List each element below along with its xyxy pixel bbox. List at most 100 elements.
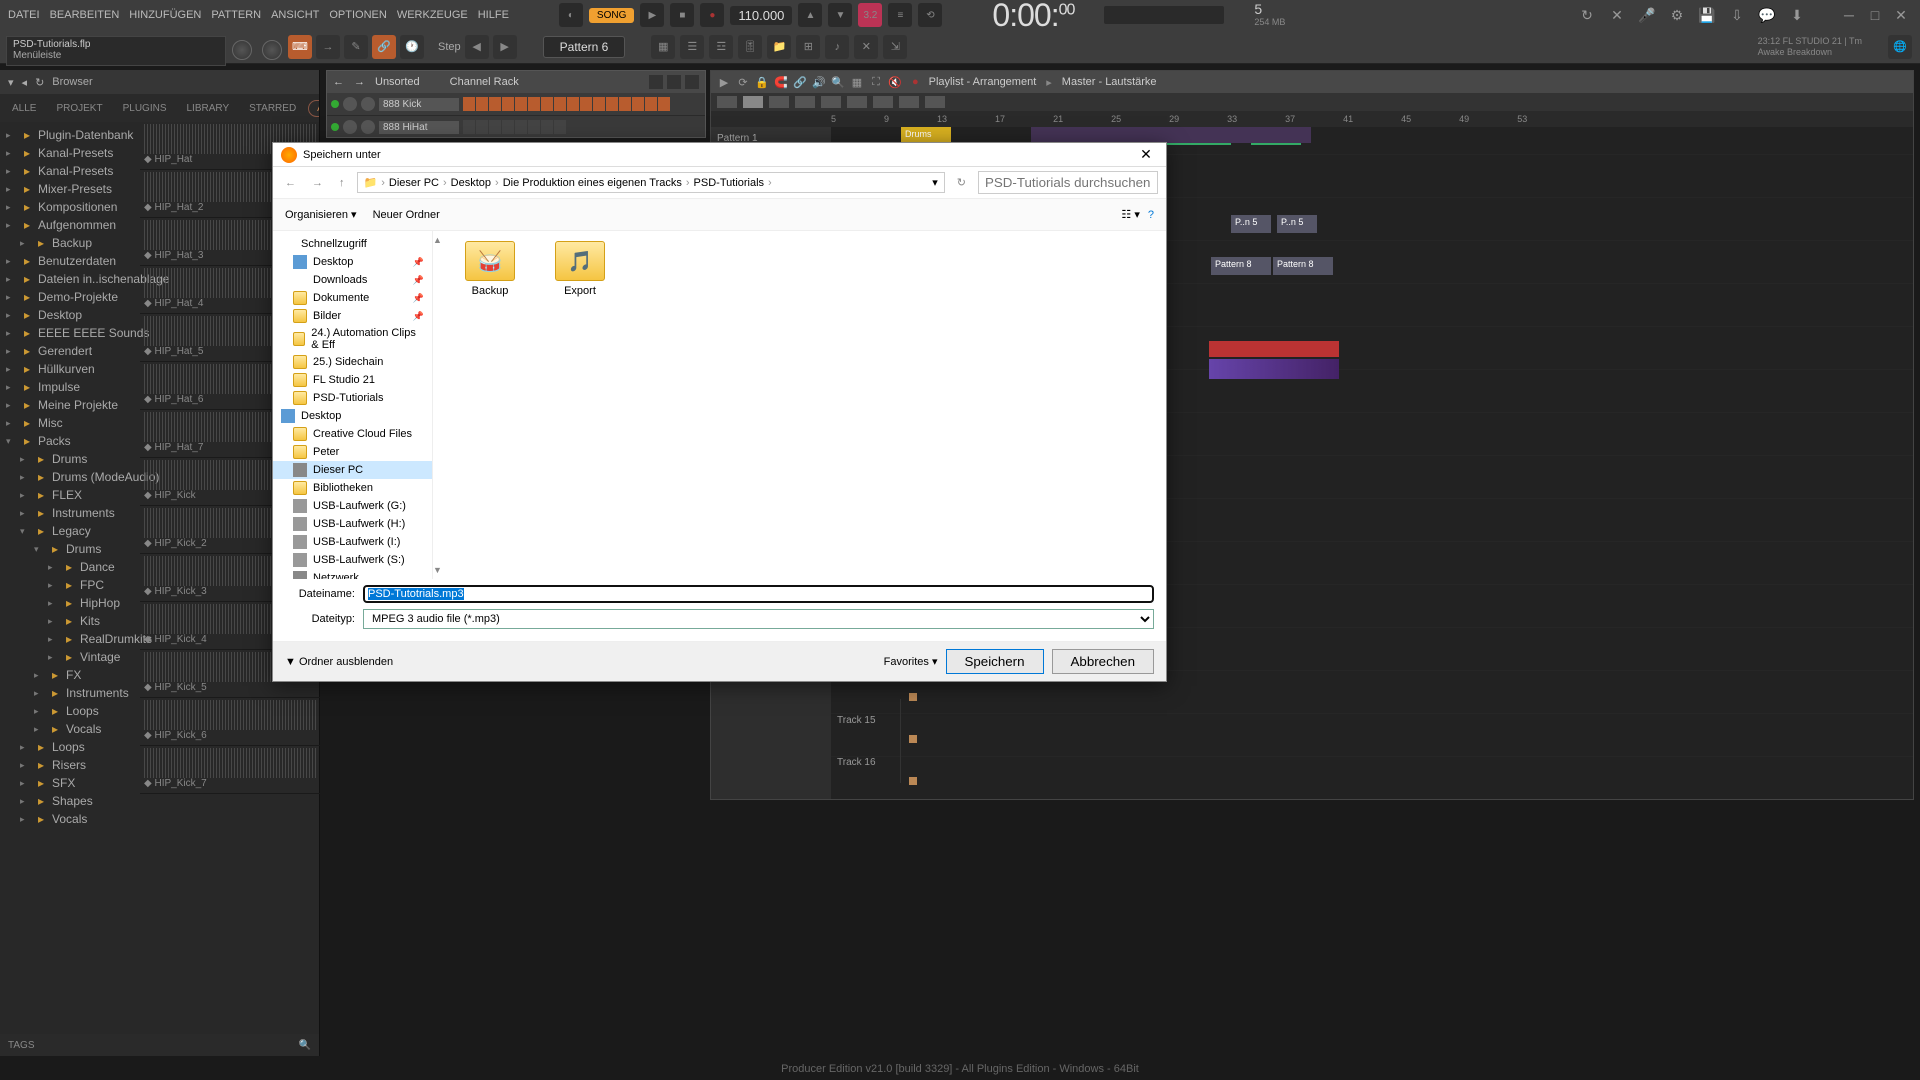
hide-folders-button[interactable]: ▼ Ordner ausblenden [285, 656, 393, 668]
crumb-item[interactable]: PSD-Tutiorials [694, 177, 765, 189]
filename-input[interactable] [363, 585, 1154, 603]
channel-pan-knob[interactable] [343, 120, 357, 134]
clip-pattern8[interactable]: Pattern 8 [1211, 257, 1271, 275]
step-prev[interactable]: ◀ [465, 35, 489, 59]
save-button[interactable]: Speichern [946, 649, 1044, 674]
clip-pan5b[interactable]: P..n 5 [1277, 215, 1317, 233]
nav-up-button[interactable]: ↑ [335, 177, 349, 189]
clip-pattern8b[interactable]: Pattern 8 [1273, 257, 1333, 275]
breadcrumb[interactable]: 📁 › Dieser PC › Desktop › Die Produktion… [357, 172, 945, 193]
dlg-tree-item[interactable]: USB-Laufwerk (S:) [273, 551, 432, 569]
browser-menu-icon[interactable]: ▾ [8, 76, 14, 89]
tool-paint[interactable] [743, 96, 763, 108]
cr-forward-icon[interactable]: → [354, 76, 365, 88]
channel-name[interactable]: 888 HiHat [379, 121, 459, 134]
pat-song-knob[interactable]: ◐ [559, 3, 583, 27]
folder-tree[interactable]: SchnellzugriffDesktop📌Downloads📌Dokument… [273, 231, 433, 579]
playlist-icon[interactable]: ▦ [651, 35, 675, 59]
tool-slice[interactable] [847, 96, 867, 108]
pl-expand-icon[interactable]: ⛶ [869, 75, 883, 89]
browser-collapse-icon[interactable]: ◂ [22, 76, 28, 89]
organize-button[interactable]: Organisieren ▾ [285, 208, 357, 221]
step-next[interactable]: ▶ [493, 35, 517, 59]
pl-vol-icon[interactable]: 🔊 [812, 75, 826, 89]
pl-zoom-icon[interactable]: 🔍 [831, 75, 845, 89]
dlg-tree-item[interactable]: 25.) Sidechain [273, 353, 432, 371]
pl-link-icon[interactable]: 🔗 [793, 75, 807, 89]
wait-input-icon[interactable]: 3.2 [858, 3, 882, 27]
record-button[interactable]: ● [700, 3, 724, 27]
new-folder-button[interactable]: Neuer Ordner [373, 209, 440, 221]
chat-icon[interactable]: 💬 [1756, 4, 1778, 26]
pl-sync-icon[interactable]: ⟳ [736, 75, 750, 89]
menu-bearbeiten[interactable]: BEARBEITEN [50, 9, 120, 21]
pencil-icon[interactable]: ✎ [344, 35, 368, 59]
track-mute-dot[interactable] [909, 735, 917, 743]
dlg-tree-item[interactable]: Dokumente📌 [273, 289, 432, 307]
stop-button[interactable]: ■ [670, 3, 694, 27]
metronome-icon[interactable]: ▲ [798, 3, 822, 27]
browser-refresh-icon[interactable]: ↻ [35, 76, 44, 89]
clock-icon[interactable]: 🕐 [400, 35, 424, 59]
dlg-tree-item[interactable]: Downloads📌 [273, 271, 432, 289]
dlg-tree-item[interactable]: Netzwerk [273, 569, 432, 579]
view-mode-button[interactable]: ☷ ▾ [1121, 208, 1139, 221]
nav-forward-button[interactable]: → [308, 177, 327, 189]
crumb-item[interactable]: Dieser PC [389, 177, 439, 189]
typing-keyboard-icon[interactable]: ⌨ [288, 35, 312, 59]
channel-rack-icon[interactable]: ☲ [709, 35, 733, 59]
tags-label[interactable]: TAGS [8, 1040, 34, 1051]
channel-pan-knob[interactable] [343, 97, 357, 111]
toolbar-icon[interactable]: ✕ [1606, 4, 1628, 26]
tool-draw[interactable] [717, 96, 737, 108]
clip-block[interactable] [1031, 127, 1311, 143]
step-edit-icon[interactable]: ≡ [888, 3, 912, 27]
tool-select[interactable] [873, 96, 893, 108]
channel-name[interactable]: 888 Kick [379, 98, 459, 111]
cancel-button[interactable]: Abbrechen [1052, 649, 1154, 674]
cr-group[interactable]: Unsorted [375, 76, 420, 88]
help-icon[interactable]: ? [1148, 209, 1154, 221]
main-volume-knob[interactable] [232, 40, 252, 60]
save-icon[interactable]: 💾 [1696, 4, 1718, 26]
countdown-icon[interactable]: ▼ [828, 3, 852, 27]
tree-scroll-down[interactable]: ▼ [433, 565, 445, 575]
clip-pan5[interactable]: P..n 5 [1231, 215, 1271, 233]
tab-alle[interactable]: ALLE [4, 101, 44, 116]
tree-scroll-up[interactable]: ▲ [433, 235, 445, 245]
time-display[interactable]: 0:00:00 [992, 0, 1074, 34]
tool-mute[interactable] [795, 96, 815, 108]
pl-snap-icon[interactable]: 🧲 [774, 75, 788, 89]
track-15-label[interactable]: Track 15 [831, 699, 901, 741]
dlg-tree-item[interactable]: Peter [273, 443, 432, 461]
cr-close[interactable] [685, 75, 699, 89]
folder-content[interactable]: 🥁 Backup 🎵 Export [445, 231, 1166, 579]
cr-minimize[interactable] [667, 75, 681, 89]
channel-led[interactable] [331, 100, 339, 108]
wave-preview-item[interactable]: ◆ HIP_Kick_6 [140, 698, 320, 746]
pattern-selector[interactable]: Pattern 6 [543, 36, 626, 58]
dlg-tree-item[interactable]: Desktop [273, 407, 432, 425]
dlg-tree-item[interactable]: 24.) Automation Clips & Eff [273, 325, 432, 353]
cr-back-icon[interactable]: ← [333, 76, 344, 88]
play-button[interactable]: ▶ [640, 3, 664, 27]
song-mode-button[interactable]: SONG [589, 8, 634, 23]
channel-row[interactable]: 888 HiHat [327, 116, 705, 138]
tempo-display[interactable]: 110.000 [730, 6, 792, 25]
dlg-tree-item[interactable]: PSD-Tutiorials [273, 389, 432, 407]
folder-backup[interactable]: 🥁 Backup [455, 241, 525, 297]
favorites-dropdown[interactable]: Favorites ▾ [884, 655, 938, 668]
dlg-tree-item[interactable]: Bibliotheken [273, 479, 432, 497]
mixer-icon[interactable]: 🎚 [738, 35, 762, 59]
playlist-master[interactable]: Master - Lautstärke [1062, 76, 1157, 88]
pl-grid-icon[interactable]: ▦ [850, 75, 864, 89]
tool-delete[interactable] [769, 96, 789, 108]
search-input[interactable] [978, 171, 1158, 194]
tool-zoom[interactable] [899, 96, 919, 108]
wave-preview-item[interactable]: ◆ HIP_Kick_7 [140, 746, 320, 794]
menu-ansicht[interactable]: ANSICHT [271, 9, 319, 21]
menu-hilfe[interactable]: HILFE [478, 9, 509, 21]
dlg-tree-item[interactable]: Schnellzugriff [273, 235, 432, 253]
channel-led[interactable] [331, 123, 339, 131]
clip-automation2[interactable] [1209, 359, 1339, 379]
